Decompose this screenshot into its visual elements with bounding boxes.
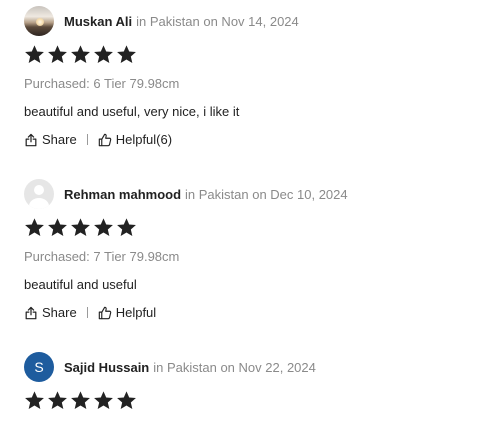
reviewer-name: Rehman mahmood <box>64 186 182 202</box>
divider <box>86 134 88 145</box>
review-item: S Sajid Hussain in Pakistan on Nov 22, 2… <box>24 352 494 414</box>
share-label: Share <box>42 132 77 147</box>
star-icon <box>71 391 90 410</box>
star-icon <box>94 391 113 410</box>
avatar-placeholder-head <box>34 185 44 195</box>
star-icon <box>48 45 67 64</box>
divider <box>86 307 88 318</box>
star-icon <box>117 45 136 64</box>
review-meta: in Pakistan on Dec 10, 2024 <box>185 186 348 202</box>
star-icon <box>117 218 136 237</box>
star-icon <box>25 45 44 64</box>
purchase-info: Purchased: 7 Tier 79.98cm <box>24 249 180 264</box>
star-rating <box>24 390 494 414</box>
review-actions: Share Helpful <box>24 304 494 321</box>
helpful-button[interactable]: Helpful <box>98 305 156 320</box>
review-text: beautiful and useful, very nice, i like … <box>24 104 240 119</box>
helpful-label: Helpful(6) <box>115 132 173 147</box>
review-header: Rehman mahmood in Pakistan on Dec 10, 20… <box>24 179 494 209</box>
star-icon <box>117 391 136 410</box>
thumbs-up-icon <box>98 306 111 319</box>
review-meta: in Pakistan on Nov 14, 2024 <box>136 13 299 29</box>
review-item: Rehman mahmood in Pakistan on Dec 10, 20… <box>24 179 494 321</box>
review-actions: Share Helpful(6) <box>24 131 494 148</box>
star-icon <box>71 218 90 237</box>
helpful-button[interactable]: Helpful(6) <box>98 132 172 147</box>
star-icon <box>25 391 44 410</box>
review-text: beautiful and useful <box>24 277 137 292</box>
review-meta: in Pakistan on Nov 22, 2024 <box>153 359 316 375</box>
avatar <box>24 179 54 209</box>
avatar: S <box>24 352 54 382</box>
avatar-placeholder-body <box>29 198 49 209</box>
share-button[interactable]: Share <box>24 305 77 320</box>
reviewer-name: Sajid Hussain <box>64 359 150 375</box>
star-icon <box>25 218 44 237</box>
thumbs-up-icon <box>98 133 111 146</box>
share-icon <box>25 306 37 319</box>
star-rating <box>24 217 494 241</box>
star-icon <box>48 391 67 410</box>
review-header: S Sajid Hussain in Pakistan on Nov 22, 2… <box>24 352 494 382</box>
star-icon <box>94 45 113 64</box>
share-icon <box>25 133 37 146</box>
helpful-label: Helpful <box>115 305 157 320</box>
share-button[interactable]: Share <box>24 132 77 147</box>
star-rating <box>24 44 494 68</box>
star-icon <box>71 45 90 64</box>
purchase-info: Purchased: 6 Tier 79.98cm <box>24 76 180 91</box>
avatar-sun-decoration <box>36 18 44 26</box>
star-icon <box>94 218 113 237</box>
avatar <box>24 6 54 36</box>
review-header: Muskan Ali in Pakistan on Nov 14, 2024 <box>24 6 494 36</box>
share-label: Share <box>42 305 77 320</box>
reviewer-name: Muskan Ali <box>64 13 133 29</box>
review-item: Muskan Ali in Pakistan on Nov 14, 2024 P… <box>24 6 494 148</box>
star-icon <box>48 218 67 237</box>
